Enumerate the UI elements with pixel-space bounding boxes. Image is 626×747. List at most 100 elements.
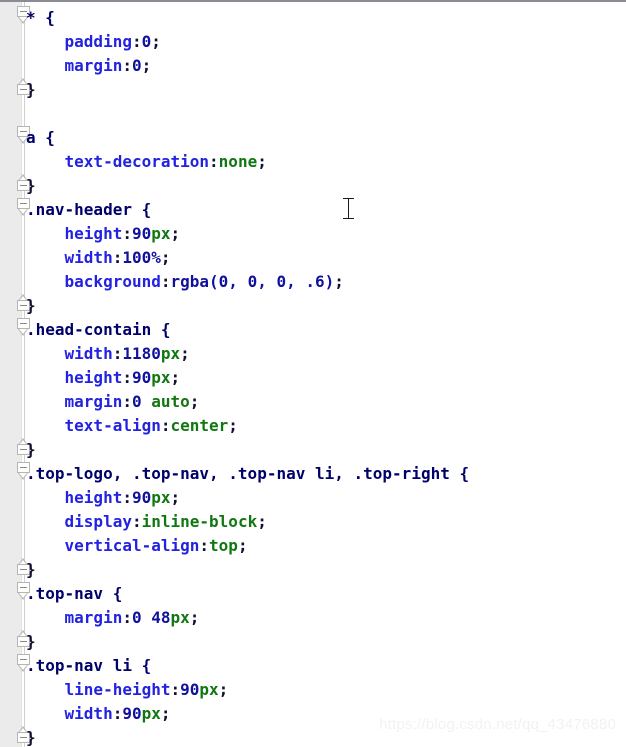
code-line-text: width:100%; bbox=[26, 246, 171, 270]
code-line-text: margin:0 48px; bbox=[26, 606, 200, 630]
code-line[interactable]: width:1180px; bbox=[0, 342, 626, 366]
code-token-punc: ; bbox=[141, 56, 152, 75]
code-token-punc bbox=[142, 392, 152, 411]
code-line[interactable]: .nav-header { bbox=[0, 198, 626, 222]
code-token-punc: : bbox=[160, 416, 171, 435]
code-token-punc: : bbox=[112, 344, 123, 363]
code-line-text: } bbox=[26, 294, 36, 318]
code-line[interactable]: margin:0 auto; bbox=[0, 390, 626, 414]
code-line[interactable]: margin:0 48px; bbox=[0, 606, 626, 630]
code-line-text: width:90px; bbox=[26, 702, 171, 726]
code-line[interactable]: vertical-align:top; bbox=[0, 534, 626, 558]
code-line[interactable]: padding:0; bbox=[0, 30, 626, 54]
code-token-punc: ; bbox=[160, 248, 171, 267]
code-token-prop: height bbox=[26, 224, 123, 243]
code-line-text: vertical-align:top; bbox=[26, 534, 248, 558]
code-line-text: height:90px; bbox=[26, 366, 181, 390]
code-line-text: margin:0 auto; bbox=[26, 390, 200, 414]
code-line[interactable]: * { bbox=[0, 6, 626, 30]
code-token-prop: line-height bbox=[26, 680, 171, 699]
code-line-text: } bbox=[26, 438, 36, 462]
ibeam-bottom-cap bbox=[343, 218, 354, 219]
code-line[interactable]: } bbox=[0, 558, 626, 582]
code-token-punc: ; bbox=[257, 152, 267, 171]
code-token-punc: ; bbox=[218, 680, 229, 699]
code-line[interactable]: line-height:90px; bbox=[0, 678, 626, 702]
code-line[interactable]: .top-logo, .top-nav, .top-nav li, .top-r… bbox=[0, 462, 626, 486]
code-token-sel: .top-logo, .top-nav, .top-nav li, .top-r… bbox=[26, 464, 470, 483]
code-token-sel: .nav-header { bbox=[26, 200, 152, 219]
code-line[interactable] bbox=[0, 102, 626, 126]
code-line[interactable]: } bbox=[0, 294, 626, 318]
code-line-text: .top-nav { bbox=[26, 582, 122, 606]
code-token-kw: px bbox=[151, 488, 171, 507]
code-token-prop: margin bbox=[26, 392, 123, 411]
code-token-num: 100% bbox=[122, 248, 161, 267]
code-line[interactable]: display:inline-block; bbox=[0, 510, 626, 534]
code-token-punc: ; bbox=[334, 272, 344, 291]
code-line-text: .nav-header { bbox=[26, 198, 151, 222]
code-token-punc: ; bbox=[237, 536, 248, 555]
code-line[interactable]: } bbox=[0, 174, 626, 198]
code-line[interactable]: } bbox=[0, 438, 626, 462]
code-line[interactable]: height:90px; bbox=[0, 366, 626, 390]
code-token-punc: : bbox=[122, 224, 132, 243]
code-token-prop: height bbox=[26, 488, 123, 507]
code-line-text: margin:0; bbox=[26, 54, 152, 78]
code-line-text: .top-nav li { bbox=[26, 654, 151, 678]
code-line-text: text-decoration:none; bbox=[26, 150, 267, 174]
code-line[interactable]: height:90px; bbox=[0, 486, 626, 510]
code-token-sel: .top-nav { bbox=[26, 584, 123, 603]
code-token-num: 90 bbox=[131, 368, 152, 387]
code-token-sel: .top-nav li { bbox=[26, 656, 152, 675]
code-line-text: * { bbox=[26, 6, 55, 30]
code-token-punc: : bbox=[170, 680, 181, 699]
code-line[interactable]: } bbox=[0, 630, 626, 654]
code-token-punc: : bbox=[209, 152, 219, 171]
code-line[interactable]: text-align:center; bbox=[0, 414, 626, 438]
csdn-watermark: https://blog.csdn.net/qq_43476880 bbox=[379, 716, 616, 733]
code-token-kw: inline-block bbox=[141, 512, 258, 531]
code-token-prop: height bbox=[26, 368, 123, 387]
code-token-kw: px bbox=[151, 368, 171, 387]
code-token-punc: } bbox=[26, 80, 36, 99]
code-line[interactable]: .top-nav li { bbox=[0, 654, 626, 678]
css-code-editor[interactable]: * { padding:0; margin:0;} a { text-decora… bbox=[0, 0, 626, 747]
code-token-prop: display bbox=[26, 512, 132, 531]
code-token-punc bbox=[142, 608, 152, 627]
code-line[interactable]: height:90px; bbox=[0, 222, 626, 246]
code-line-text: background:rgba(0, 0, 0, .6); bbox=[26, 270, 344, 294]
code-token-punc: ; bbox=[170, 488, 181, 507]
code-line[interactable]: text-decoration:none; bbox=[0, 150, 626, 174]
code-line[interactable]: .head-contain { bbox=[0, 318, 626, 342]
code-token-sel: .head-contain { bbox=[26, 320, 171, 339]
code-token-prop: padding bbox=[26, 32, 132, 51]
code-line[interactable]: width:100%; bbox=[0, 246, 626, 270]
code-token-kw: px bbox=[170, 608, 190, 627]
code-line-text: .top-logo, .top-nav, .top-nav li, .top-r… bbox=[26, 462, 469, 486]
code-token-punc: : bbox=[122, 488, 132, 507]
code-token-kw: center bbox=[170, 416, 229, 435]
code-line[interactable]: .top-nav { bbox=[0, 582, 626, 606]
code-token-sel: * { bbox=[26, 8, 55, 27]
ibeam-stem bbox=[348, 198, 349, 219]
code-token-kw: px bbox=[141, 704, 161, 723]
code-line-text: height:90px; bbox=[26, 222, 181, 246]
code-token-fn: rgba(0, 0, 0, .6) bbox=[170, 272, 335, 291]
code-line[interactable]: margin:0; bbox=[0, 54, 626, 78]
code-token-punc: } bbox=[26, 296, 36, 315]
code-line[interactable]: background:rgba(0, 0, 0, .6); bbox=[0, 270, 626, 294]
code-token-punc: ; bbox=[170, 368, 181, 387]
code-token-prop: text-align bbox=[26, 416, 161, 435]
code-token-prop: margin bbox=[26, 608, 123, 627]
code-line[interactable]: a { bbox=[0, 126, 626, 150]
code-token-punc: ; bbox=[180, 344, 190, 363]
code-token-kw: none bbox=[218, 152, 258, 171]
code-text-area[interactable]: * { padding:0; margin:0;} a { text-decora… bbox=[0, 2, 626, 747]
code-token-kw: top bbox=[209, 536, 238, 555]
code-line-text: } bbox=[26, 630, 36, 654]
code-token-punc: : bbox=[122, 368, 132, 387]
code-line-text: } bbox=[26, 726, 36, 747]
code-line[interactable]: } bbox=[0, 78, 626, 102]
code-token-punc: ; bbox=[151, 32, 161, 51]
